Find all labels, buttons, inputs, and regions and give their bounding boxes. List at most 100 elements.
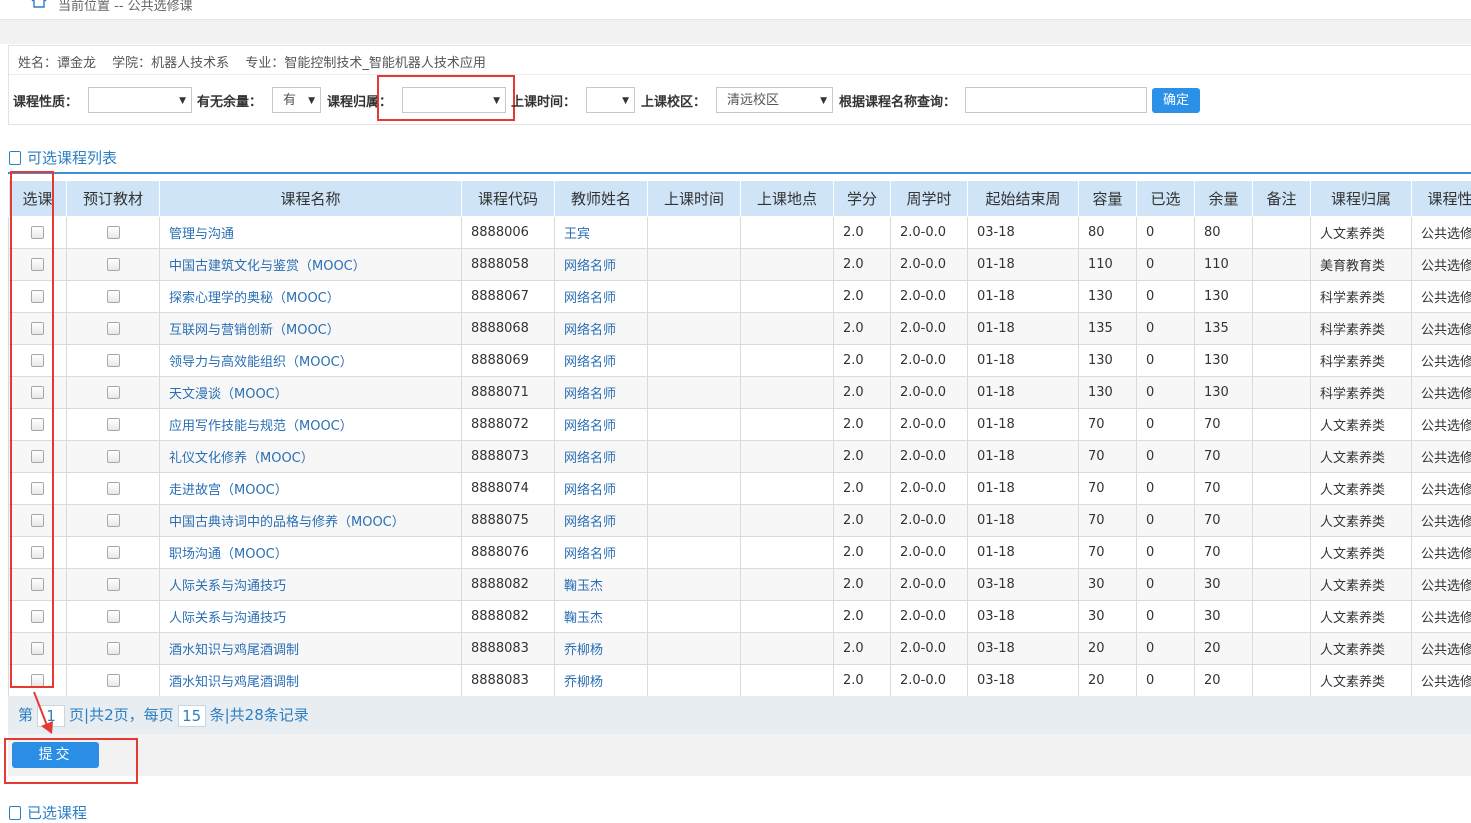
cell-teacher[interactable]: 网络名师 — [555, 313, 648, 345]
confirm-button[interactable]: 确定 — [1152, 88, 1200, 113]
order-book-checkbox-cell — [67, 377, 160, 409]
order-book-checkbox[interactable] — [107, 354, 120, 367]
cell-name[interactable]: 人际关系与沟通技巧 — [160, 601, 462, 633]
cell-note — [1253, 441, 1311, 473]
cell-remain: 130 — [1195, 377, 1253, 409]
order-book-checkbox[interactable] — [107, 418, 120, 431]
cell-nature: 公共选修 — [1412, 665, 1471, 697]
cell-code: 8888076 — [462, 537, 555, 569]
cell-teacher[interactable]: 乔柳杨 — [555, 633, 648, 665]
cell-remain: 20 — [1195, 633, 1253, 665]
order-book-checkbox[interactable] — [107, 226, 120, 239]
cell-name[interactable]: 中国古建筑文化与鉴赏（MOOC） — [160, 249, 462, 281]
cell-teacher[interactable]: 网络名师 — [555, 473, 648, 505]
cell-remain: 130 — [1195, 345, 1253, 377]
cell-name[interactable]: 礼仪文化修养（MOOC） — [160, 441, 462, 473]
cell-place — [741, 505, 834, 537]
cell-belong: 人文素养类 — [1311, 217, 1412, 249]
cell-teacher[interactable]: 王宾 — [555, 217, 648, 249]
cell-name[interactable]: 酒水知识与鸡尾酒调制 — [160, 665, 462, 697]
cell-time — [648, 345, 741, 377]
order-book-checkbox[interactable] — [107, 322, 120, 335]
cell-name[interactable]: 应用写作技能与规范（MOOC） — [160, 409, 462, 441]
order-book-checkbox-cell — [67, 505, 160, 537]
order-book-checkbox-cell — [67, 345, 160, 377]
cell-teacher[interactable]: 网络名师 — [555, 281, 648, 313]
pagination: 第1页|共2页，每页15条|共28条记录 — [8, 696, 1471, 734]
cell-nature: 公共选修 — [1412, 281, 1471, 313]
cell-chosen: 0 — [1137, 281, 1195, 313]
cell-weeks: 01-18 — [968, 345, 1079, 377]
cell-name[interactable]: 探索心理学的奥秘（MOOC） — [160, 281, 462, 313]
cell-place — [741, 601, 834, 633]
order-book-checkbox[interactable] — [107, 482, 120, 495]
order-book-checkbox[interactable] — [107, 450, 120, 463]
cell-name[interactable]: 走进故宫（MOOC） — [160, 473, 462, 505]
cell-name[interactable]: 天文漫谈（MOOC） — [160, 377, 462, 409]
cell-belong: 人文素养类 — [1311, 601, 1412, 633]
order-book-checkbox[interactable] — [107, 514, 120, 527]
cell-name[interactable]: 互联网与营销创新（MOOC） — [160, 313, 462, 345]
cell-remain: 30 — [1195, 569, 1253, 601]
order-book-checkbox[interactable] — [107, 674, 120, 687]
cell-teacher[interactable]: 鞠玉杰 — [555, 601, 648, 633]
pager-middle: 页|共2页，每页 — [69, 706, 174, 724]
cell-teacher[interactable]: 网络名师 — [555, 505, 648, 537]
cell-name[interactable]: 职场沟通（MOOC） — [160, 537, 462, 569]
campus-select[interactable]: 清远校区▼ — [716, 87, 833, 113]
cell-credit: 2.0 — [834, 217, 891, 249]
cell-teacher[interactable]: 网络名师 — [555, 441, 648, 473]
cell-credit: 2.0 — [834, 313, 891, 345]
cell-cap: 30 — [1079, 569, 1137, 601]
class-time-select[interactable]: ▼ — [586, 87, 635, 113]
cell-note — [1253, 281, 1311, 313]
cell-name[interactable]: 人际关系与沟通技巧 — [160, 569, 462, 601]
book-icon — [9, 151, 21, 165]
cell-note — [1253, 249, 1311, 281]
cell-cap: 80 — [1079, 217, 1137, 249]
order-book-checkbox-cell — [67, 281, 160, 313]
remain-select[interactable]: 有▼ — [272, 87, 321, 113]
per-page-input[interactable]: 15 — [178, 705, 206, 727]
course-name-search-input[interactable] — [965, 87, 1147, 113]
cell-teacher[interactable]: 乔柳杨 — [555, 665, 648, 697]
cell-cap: 70 — [1079, 441, 1137, 473]
order-book-checkbox[interactable] — [107, 578, 120, 591]
order-book-checkbox[interactable] — [107, 386, 120, 399]
cell-name[interactable]: 管理与沟通 — [160, 217, 462, 249]
cell-credit: 2.0 — [834, 345, 891, 377]
top-bar: 当前位置 -- 公共选修课 — [0, 0, 1471, 20]
cell-name[interactable]: 领导力与高效能组织（MOOC） — [160, 345, 462, 377]
order-book-checkbox-cell — [67, 537, 160, 569]
cell-teacher[interactable]: 网络名师 — [555, 409, 648, 441]
cell-remain: 80 — [1195, 217, 1253, 249]
cell-teacher[interactable]: 网络名师 — [555, 537, 648, 569]
cell-teacher[interactable]: 网络名师 — [555, 345, 648, 377]
cell-note — [1253, 601, 1311, 633]
col-header-note: 备注 — [1253, 181, 1311, 217]
cell-teacher[interactable]: 网络名师 — [555, 249, 648, 281]
order-book-checkbox[interactable] — [107, 642, 120, 655]
course-nature-select[interactable]: ▼ — [88, 87, 192, 113]
order-book-checkbox[interactable] — [107, 258, 120, 271]
cell-teacher[interactable]: 网络名师 — [555, 377, 648, 409]
col-header-capacity: 容量 — [1079, 181, 1137, 217]
cell-chosen: 0 — [1137, 313, 1195, 345]
cell-code: 8888074 — [462, 473, 555, 505]
order-book-checkbox[interactable] — [107, 610, 120, 623]
order-book-checkbox-cell — [67, 633, 160, 665]
order-book-checkbox-cell — [67, 441, 160, 473]
cell-cap: 130 — [1079, 377, 1137, 409]
order-book-checkbox[interactable] — [107, 290, 120, 303]
cell-nature: 公共选修 — [1412, 569, 1471, 601]
class-time-label: 上课时间： — [511, 91, 576, 110]
cell-teacher[interactable]: 鞠玉杰 — [555, 569, 648, 601]
cell-credit: 2.0 — [834, 441, 891, 473]
cell-hours: 2.0-0.0 — [891, 345, 968, 377]
order-book-checkbox[interactable] — [107, 546, 120, 559]
cell-credit: 2.0 — [834, 505, 891, 537]
cell-name[interactable]: 中国古典诗词中的品格与修养（MOOC） — [160, 505, 462, 537]
cell-name[interactable]: 酒水知识与鸡尾酒调制 — [160, 633, 462, 665]
cell-weeks: 01-18 — [968, 473, 1079, 505]
course-nature-label: 课程性质： — [13, 91, 78, 110]
